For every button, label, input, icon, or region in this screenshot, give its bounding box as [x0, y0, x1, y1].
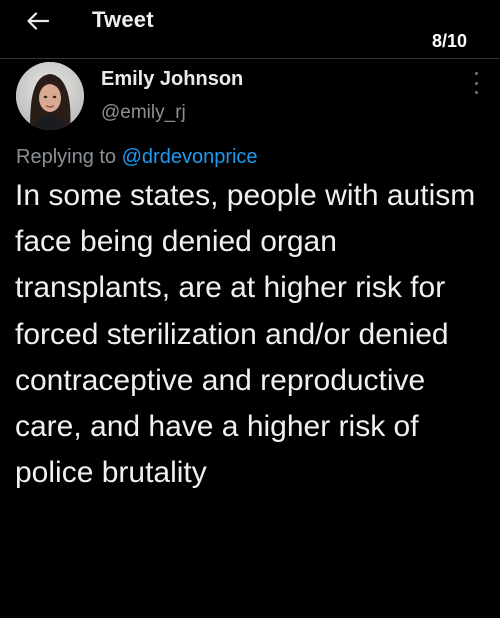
more-vertical-icon-dot — [474, 81, 478, 85]
back-button[interactable] — [22, 6, 54, 36]
author-display-name[interactable]: Emily Johnson — [101, 68, 243, 91]
tweet-text: In some states, people with autism face … — [15, 179, 476, 490]
replying-to-line: Replying to @drdevonprice — [16, 146, 258, 169]
more-vertical-icon-dot — [474, 91, 478, 94]
page-title: Tweet — [92, 7, 154, 32]
more-options-button[interactable] — [470, 72, 482, 94]
replying-to-prefix: Replying to — [16, 146, 122, 168]
top-bar: Tweet 8/10 — [0, 0, 500, 58]
thread-count: 8/10 — [431, 31, 467, 51]
avatar[interactable] — [16, 62, 84, 130]
more-vertical-icon — [474, 72, 478, 75]
arrow-left-icon — [27, 12, 49, 30]
header-divider — [0, 58, 500, 59]
replying-to-mention-link[interactable]: @drdevonprice — [122, 146, 258, 168]
profile-photo — [16, 62, 84, 130]
author-username[interactable]: @emily_rj — [101, 102, 186, 124]
